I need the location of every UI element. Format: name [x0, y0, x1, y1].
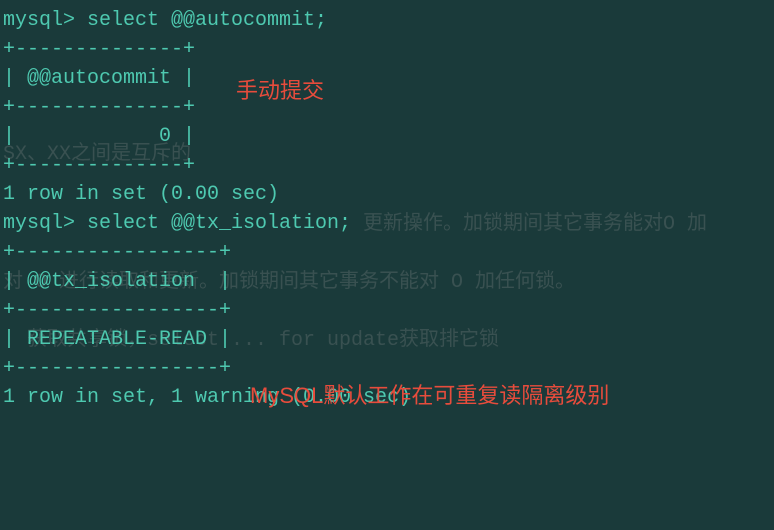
mysql-prompt: mysql> [3, 9, 87, 32]
table1-header: | @@autocommit | [3, 64, 771, 93]
table2-value: | REPEATABLE-READ | [3, 325, 771, 354]
query2-sql: select @@tx_isolation; [87, 212, 351, 235]
table2-sep-mid: +-----------------+ [3, 296, 771, 325]
table1-sep-top: +--------------+ [3, 35, 771, 64]
query1-line: mysql> select @@autocommit; [3, 6, 771, 35]
table2-sep-top: +-----------------+ [3, 238, 771, 267]
annotation-manual-commit: 手动提交 [236, 75, 324, 107]
table2-sep-bot: +-----------------+ [3, 354, 771, 383]
table1-sep-bot: +--------------+ [3, 151, 771, 180]
result1: 1 row in set (0.00 sec) [3, 180, 771, 209]
mysql-prompt: mysql> [3, 212, 87, 235]
annotation-isolation-level: MySQL默认工作在可重复读隔离级别 [250, 380, 609, 412]
query1-sql: select @@autocommit; [87, 9, 327, 32]
table2-header: | @@tx_isolation | [3, 267, 771, 296]
query2-line: mysql> select @@tx_isolation; [3, 209, 771, 238]
table1-value: | 0 | [3, 122, 771, 151]
table1-sep-mid: +--------------+ [3, 93, 771, 122]
